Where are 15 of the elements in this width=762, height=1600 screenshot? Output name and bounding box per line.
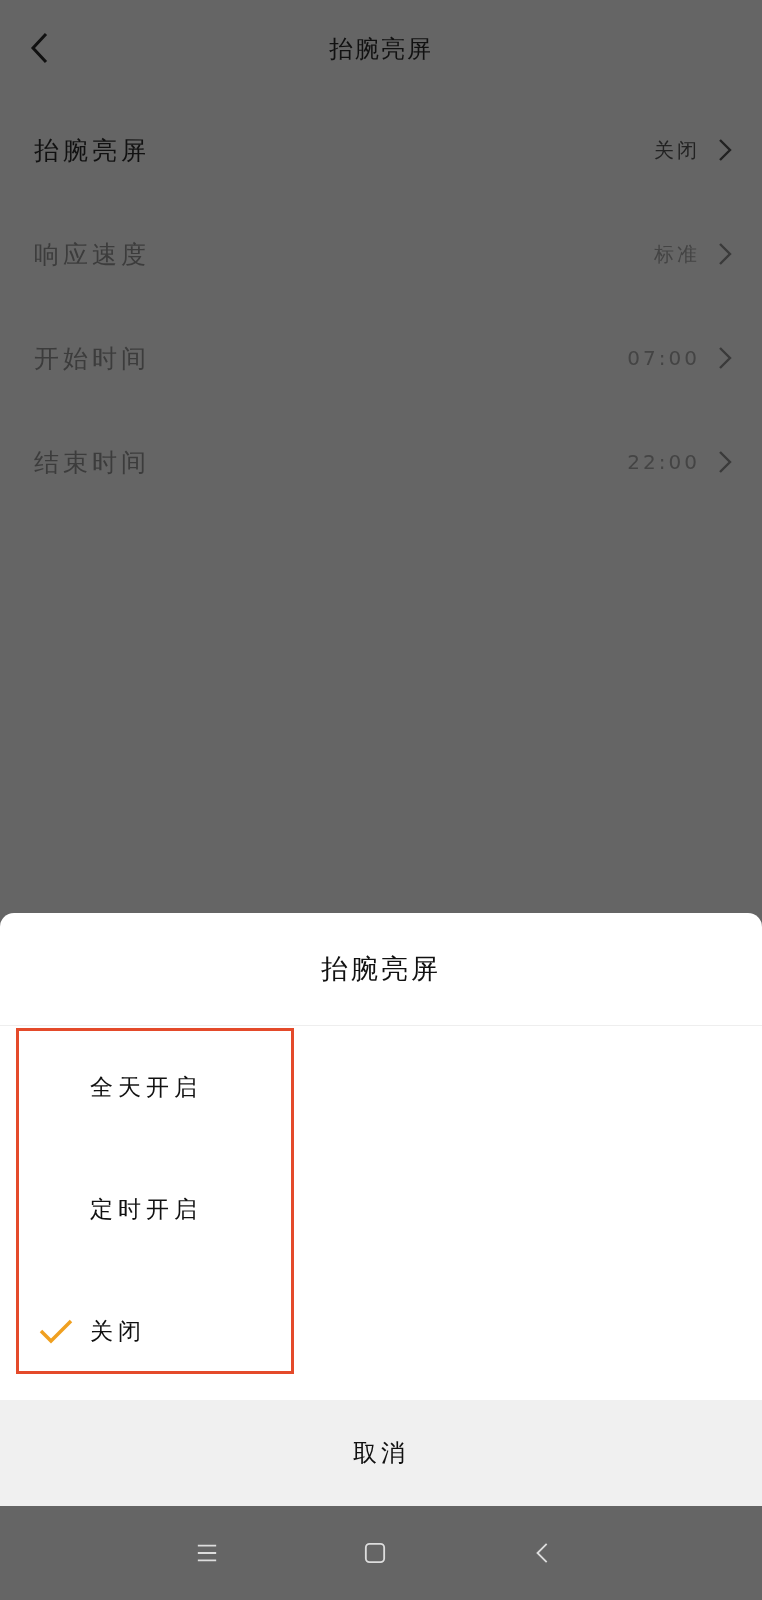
- option-label: 关闭: [90, 1316, 146, 1346]
- chevron-right-icon[interactable]: [718, 138, 732, 162]
- setting-label: 抬腕亮屏: [34, 134, 151, 167]
- option-label: 定时开启: [90, 1194, 202, 1224]
- setting-value: 关闭: [654, 136, 700, 164]
- page-title: 抬腕亮屏: [329, 34, 433, 65]
- cancel-button[interactable]: 取消: [0, 1400, 762, 1506]
- back-icon[interactable]: [30, 32, 50, 64]
- option-item[interactable]: 全天开启: [0, 1026, 762, 1148]
- home-icon[interactable]: [364, 1542, 386, 1564]
- option-item[interactable]: 关闭: [0, 1270, 762, 1392]
- option-item[interactable]: 定时开启: [0, 1148, 762, 1270]
- sheet-title: 抬腕亮屏: [0, 913, 762, 1026]
- menu-icon[interactable]: [196, 1542, 218, 1564]
- option-label: 全天开启: [90, 1072, 202, 1102]
